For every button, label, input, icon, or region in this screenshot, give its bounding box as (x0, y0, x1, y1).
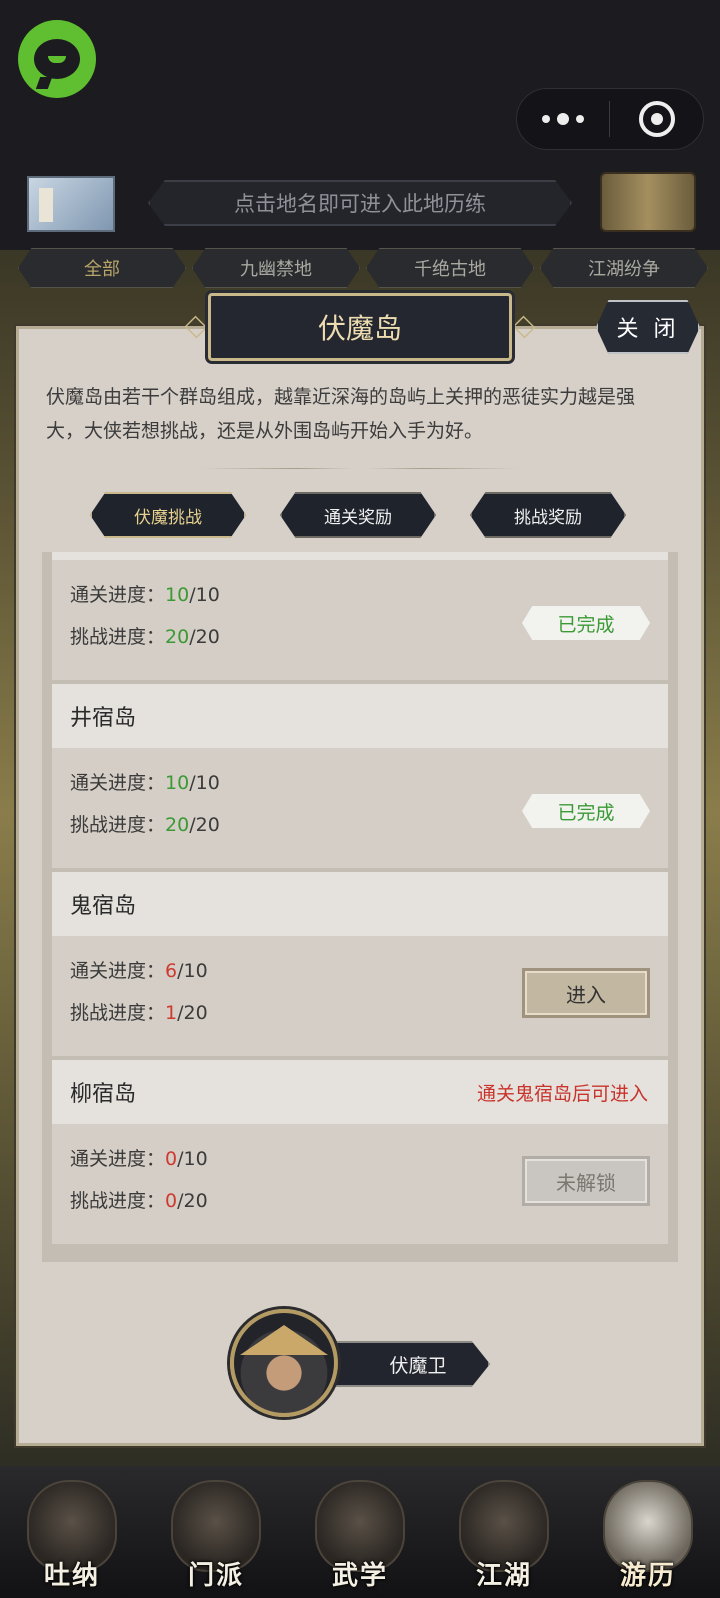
nav-label: 吐纳 (43, 1561, 100, 1591)
more-menu-icon[interactable] (517, 113, 609, 125)
nav-wuxue[interactable]: 武学 (300, 1474, 420, 1592)
enter-button[interactable]: 进入 (522, 968, 650, 1018)
filter-tab-jiuyou[interactable]: 九幽禁地 (192, 248, 360, 288)
island-card-header: 井宿岛 (52, 684, 668, 748)
filter-tab-all[interactable]: 全部 (18, 248, 186, 288)
map-hint-bar: 点击地名即可进入此地历练 (148, 180, 572, 226)
map-scroll-icon[interactable] (600, 172, 696, 232)
title-ornament-left (184, 316, 208, 338)
filter-tab-jianghu[interactable]: 江湖纷争 (540, 248, 708, 288)
tab-fumo-challenge[interactable]: 伏魔挑战 (90, 492, 246, 538)
close-button[interactable]: 关 闭 (596, 300, 700, 354)
island-card-body: 通关进度：6/10 挑战进度：1/20 进入 (52, 936, 668, 1056)
nav-youli[interactable]: 游历 (588, 1474, 708, 1592)
region-filter-tabs: 全部 九幽禁地 千绝古地 江湖纷争 (18, 248, 708, 292)
nav-tuna[interactable]: 吐纳 (12, 1474, 132, 1592)
nav-label: 门派 (187, 1561, 244, 1591)
island-card-header: 鬼宿岛 (52, 872, 668, 936)
nav-jianghu[interactable]: 江湖 (444, 1474, 564, 1592)
tab-challenge-rewards[interactable]: 挑战奖励 (470, 492, 626, 538)
island-card: 通关进度：10/10 挑战进度：20/20 已完成 (52, 552, 668, 680)
island-name: 井宿岛 (70, 706, 137, 731)
nav-menpai[interactable]: 门派 (156, 1474, 276, 1592)
island-list[interactable]: 通关进度：10/10 挑战进度：20/20 已完成 井宿岛 通关进度：10/10… (42, 552, 678, 1262)
island-card: 柳宿岛 通关鬼宿岛后可进入 通关进度：0/10 挑战进度：0/20 未解锁 (52, 1060, 668, 1244)
app-logo-icon (18, 20, 96, 98)
locked-button[interactable]: 未解锁 (522, 1156, 650, 1206)
island-card-body: 通关进度：10/10 挑战进度：20/20 已完成 (52, 748, 668, 868)
completed-badge: 已完成 (522, 606, 650, 640)
island-card: 鬼宿岛 通关进度：6/10 挑战进度：1/20 进入 (52, 872, 668, 1056)
island-card-header (52, 552, 668, 560)
completed-badge: 已完成 (522, 794, 650, 828)
miniprogram-capsule (516, 88, 704, 150)
filter-tab-qianjue[interactable]: 千绝古地 (366, 248, 534, 288)
island-card-body: 通关进度：0/10 挑战进度：0/20 未解锁 (52, 1124, 668, 1244)
panel-description: 伏魔岛由若干个群岛组成，越靠近深海的岛屿上关押的恶徒实力越是强大，大侠若想挑战，… (46, 386, 636, 442)
island-name: 柳宿岛 (70, 1082, 137, 1107)
exit-miniprogram-icon[interactable] (610, 101, 703, 137)
guard-avatar[interactable] (230, 1309, 338, 1417)
island-card-body: 通关进度：10/10 挑战进度：20/20 已完成 (52, 560, 668, 680)
island-card: 井宿岛 通关进度：10/10 挑战进度：20/20 已完成 (52, 684, 668, 868)
island-card-header: 柳宿岛 通关鬼宿岛后可进入 (52, 1060, 668, 1124)
island-name: 鬼宿岛 (70, 894, 137, 919)
map-thumbnail-left[interactable] (27, 176, 115, 232)
panel-title: 伏魔岛 (208, 293, 512, 361)
ornamental-divider (200, 466, 520, 472)
bottom-navigation: 吐纳 门派 武学 江湖 游历 (0, 1466, 720, 1598)
nav-label: 游历 (619, 1561, 676, 1591)
tab-clear-rewards[interactable]: 通关奖励 (280, 492, 436, 538)
unlock-requirement: 通关鬼宿岛后可进入 (476, 1082, 648, 1105)
title-ornament-right (512, 316, 536, 338)
nav-label: 武学 (331, 1561, 388, 1591)
nav-label: 江湖 (475, 1561, 532, 1591)
